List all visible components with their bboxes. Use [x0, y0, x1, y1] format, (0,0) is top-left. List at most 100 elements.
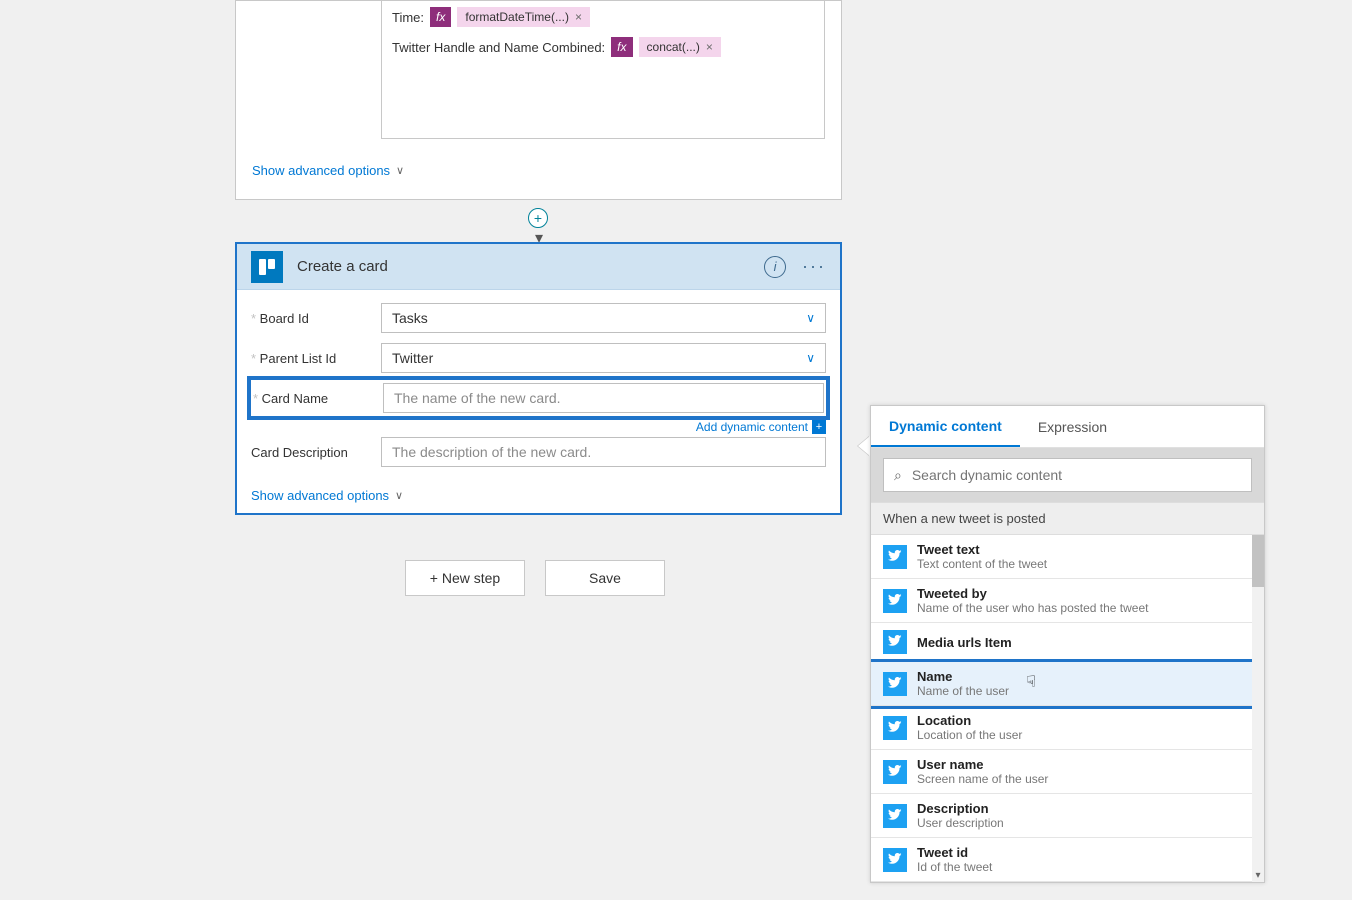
- cursor-hand-icon: ☟: [1026, 672, 1036, 692]
- twitter-icon: [883, 804, 907, 828]
- dc-item-text: Tweeted byName of the user who has poste…: [917, 586, 1148, 615]
- dc-panel-pointer: [858, 436, 870, 456]
- dc-search-input-wrap[interactable]: ⌕: [883, 458, 1252, 492]
- field-card-description: Card Description The description of the …: [251, 434, 826, 470]
- dc-item-text: NameName of the user: [917, 669, 1009, 698]
- fx-icon: fx: [430, 7, 451, 27]
- remove-token-icon[interactable]: ×: [575, 10, 582, 24]
- field-label: Card Description: [251, 445, 381, 460]
- tab-dynamic-content[interactable]: Dynamic content: [871, 406, 1020, 447]
- compose-row-time: Time: fx formatDateTime(...) ×: [392, 7, 814, 27]
- compose-label: Twitter Handle and Name Combined:: [392, 40, 605, 55]
- dc-item-text: Tweet idId of the tweet: [917, 845, 992, 874]
- dynamic-content-panel: Dynamic content Expression ⌕ When a new …: [870, 405, 1265, 883]
- show-advanced-options-link[interactable]: Show advanced options ∨: [251, 488, 826, 503]
- field-parent-list-id: Parent List Id Twitter ∨: [251, 340, 826, 376]
- dc-item-text: Tweet textText content of the tweet: [917, 542, 1047, 571]
- field-label: Board Id: [251, 311, 381, 326]
- compose-body: Time: fx formatDateTime(...) × Twitter H…: [381, 1, 825, 139]
- dc-item-title: Tweeted by: [917, 586, 1148, 601]
- add-dynamic-content-link[interactable]: Add dynamic content +: [251, 420, 826, 434]
- search-icon: ⌕: [894, 467, 902, 484]
- parent-list-dropdown[interactable]: Twitter ∨: [381, 343, 826, 373]
- token-text: formatDateTime(...): [465, 10, 569, 24]
- twitter-icon: [883, 848, 907, 872]
- dc-item-media-urls-item[interactable]: Media urls Item: [871, 623, 1264, 662]
- dc-search-bar: ⌕: [871, 448, 1264, 502]
- dc-item-desc: Text content of the tweet: [917, 557, 1047, 571]
- dc-item-description[interactable]: DescriptionUser description: [871, 794, 1264, 838]
- dc-item-title: User name: [917, 757, 1048, 772]
- field-label: Parent List Id: [251, 351, 381, 366]
- placeholder-text: The description of the new card.: [392, 444, 591, 460]
- expression-token-concat[interactable]: concat(...) ×: [639, 37, 721, 57]
- expression-token-formatdatetime[interactable]: formatDateTime(...) ×: [457, 7, 590, 27]
- link-text: Show advanced options: [252, 163, 390, 178]
- dc-item-location[interactable]: LocationLocation of the user: [871, 706, 1264, 750]
- dc-item-desc: Location of the user: [917, 728, 1022, 742]
- field-card-name-highlight: Card Name The name of the new card.: [251, 380, 826, 416]
- twitter-icon: [883, 589, 907, 613]
- card-name-input[interactable]: The name of the new card.: [383, 383, 824, 413]
- chevron-down-icon: ∨: [396, 164, 404, 177]
- dc-item-text: User nameScreen name of the user: [917, 757, 1048, 786]
- twitter-icon: [883, 545, 907, 569]
- insert-step-button[interactable]: +: [528, 208, 548, 228]
- dc-item-title: Description: [917, 801, 1004, 816]
- scrollbar-track[interactable]: ▾: [1252, 535, 1264, 882]
- action-title: Create a card: [297, 258, 388, 275]
- dc-item-user-name[interactable]: User nameScreen name of the user: [871, 750, 1264, 794]
- dc-item-text: LocationLocation of the user: [917, 713, 1022, 742]
- dc-item-title: Tweet id: [917, 845, 992, 860]
- dc-section-title: When a new tweet is posted: [871, 502, 1264, 535]
- board-id-dropdown[interactable]: Tasks ∨: [381, 303, 826, 333]
- dc-item-list: Tweet textText content of the tweetTweet…: [871, 535, 1264, 882]
- card-description-input[interactable]: The description of the new card.: [381, 437, 826, 467]
- info-icon[interactable]: i: [764, 256, 786, 278]
- more-menu-button[interactable]: ···: [802, 256, 826, 277]
- fx-icon: fx: [611, 37, 632, 57]
- dc-item-title: Media urls Item: [917, 635, 1012, 650]
- dc-item-desc: Name of the user: [917, 684, 1009, 698]
- create-a-card-action: Create a card i ··· Board Id Tasks ∨ Par…: [235, 242, 842, 515]
- token-text: concat(...): [647, 40, 700, 54]
- dc-item-tweet-text[interactable]: Tweet textText content of the tweet: [871, 535, 1264, 579]
- dc-search-input[interactable]: [910, 466, 1241, 484]
- dc-item-title: Name: [917, 669, 1009, 684]
- tab-expression[interactable]: Expression: [1020, 406, 1125, 447]
- compose-action-card: Time: fx formatDateTime(...) × Twitter H…: [235, 0, 842, 200]
- dc-item-tweeted-by[interactable]: Tweeted byName of the user who has poste…: [871, 579, 1264, 623]
- save-button[interactable]: Save: [545, 560, 665, 596]
- plus-icon: +: [812, 420, 826, 434]
- twitter-icon: [883, 672, 907, 696]
- field-label: Card Name: [253, 391, 383, 406]
- dc-item-name[interactable]: NameName of the user ☟: [871, 662, 1264, 706]
- dc-item-title: Tweet text: [917, 542, 1047, 557]
- placeholder-text: The name of the new card.: [394, 390, 561, 406]
- dc-item-tweet-id[interactable]: Tweet idId of the tweet: [871, 838, 1264, 882]
- dc-item-desc: User description: [917, 816, 1004, 830]
- flow-bottom-buttons: + New step Save: [405, 560, 665, 596]
- trello-icon: [251, 251, 283, 283]
- dc-item-title: Location: [917, 713, 1022, 728]
- scrollbar-thumb[interactable]: [1252, 535, 1264, 587]
- show-advanced-options-link[interactable]: Show advanced options ∨: [252, 163, 404, 178]
- dc-item-desc: Name of the user who has posted the twee…: [917, 601, 1148, 615]
- dc-item-text: DescriptionUser description: [917, 801, 1004, 830]
- dropdown-value: Tasks: [392, 310, 428, 326]
- action-header[interactable]: Create a card i ···: [237, 244, 840, 290]
- twitter-icon: [883, 760, 907, 784]
- scroll-down-arrow-icon[interactable]: ▾: [1252, 868, 1264, 882]
- field-board-id: Board Id Tasks ∨: [251, 300, 826, 336]
- remove-token-icon[interactable]: ×: [706, 40, 713, 54]
- dc-item-text: Media urls Item: [917, 635, 1012, 650]
- compose-row-handle: Twitter Handle and Name Combined: fx con…: [392, 37, 814, 57]
- dc-item-desc: Id of the tweet: [917, 860, 992, 874]
- twitter-icon: [883, 630, 907, 654]
- dropdown-value: Twitter: [392, 350, 433, 366]
- chevron-down-icon: ∨: [395, 489, 403, 502]
- new-step-button[interactable]: + New step: [405, 560, 525, 596]
- twitter-icon: [883, 716, 907, 740]
- link-text: Show advanced options: [251, 488, 389, 503]
- compose-label: Time:: [392, 10, 424, 25]
